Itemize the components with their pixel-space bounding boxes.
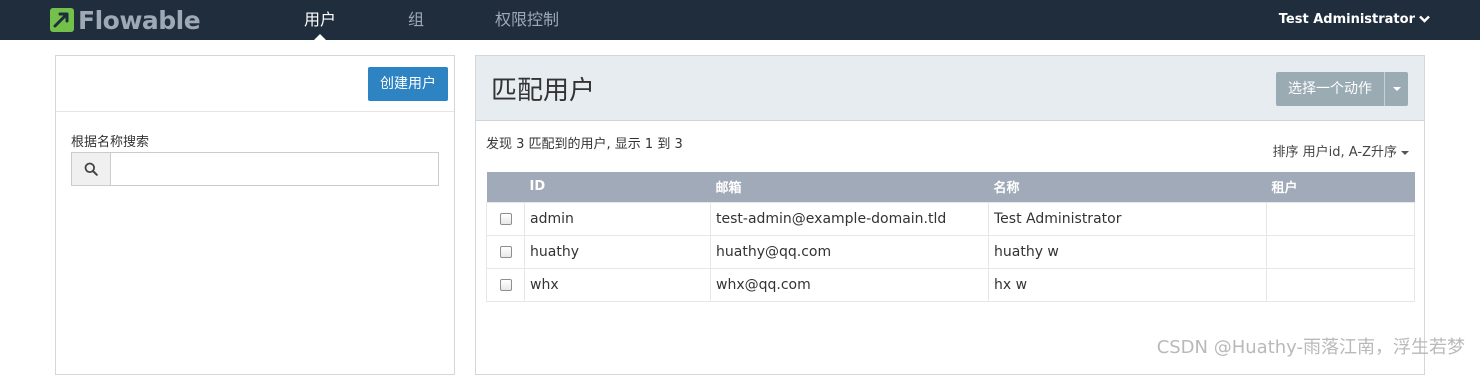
cell-email: test-admin@example-domain.tld [710, 201, 989, 236]
users-table: ID 邮箱 名称 租户 admin test-admin@example-dom… [486, 172, 1415, 302]
filter-panel: 创建用户 根据名称搜索 [55, 55, 455, 375]
row-select-cell [486, 234, 525, 269]
header-id[interactable]: ID [524, 172, 711, 202]
search-group [71, 152, 439, 186]
header-tenant[interactable]: 租户 [1266, 172, 1415, 202]
tab-groups-label: 组 [408, 10, 425, 29]
active-tab-indicator [313, 34, 327, 41]
cell-email: huathy@qq.com [710, 234, 989, 269]
table-row[interactable]: huathy huathy@qq.com huathy w [486, 234, 1415, 269]
users-panel-header: 匹配用户 选择一个动作 [476, 56, 1424, 121]
cell-tenant [1266, 234, 1415, 269]
tab-users[interactable]: 用户 [304, 0, 337, 41]
cell-email: whx@qq.com [710, 267, 989, 302]
tab-privileges-label: 权限控制 [495, 10, 560, 29]
sort-label: 排序 用户id, A-Z升序 [1272, 145, 1397, 160]
cell-id: huathy [524, 234, 711, 269]
filter-panel-header: 创建用户 [56, 56, 454, 112]
table-row[interactable]: whx whx@qq.com hx w [486, 267, 1415, 302]
user-name: Test Administrator [1278, 12, 1415, 27]
cell-id: whx [524, 267, 711, 302]
tab-privileges[interactable]: 权限控制 [495, 0, 559, 40]
chevron-down-icon [1419, 0, 1430, 40]
caret-down-icon [1401, 150, 1409, 155]
row-checkbox[interactable] [499, 245, 512, 258]
tab-groups[interactable]: 组 [408, 0, 424, 40]
sort-dropdown[interactable]: 排序 用户id, A-Z升序 [1273, 141, 1409, 160]
cell-name: Test Administrator [988, 201, 1267, 236]
create-user-button[interactable]: 创建用户 [368, 67, 448, 101]
result-summary: 发现 3 匹配到的用户, 显示 1 到 3 [486, 137, 683, 152]
search-label: 根据名称搜索 [71, 135, 150, 150]
cell-name: hx w [988, 267, 1267, 302]
logo-text: Flowable [78, 5, 201, 35]
user-menu[interactable]: Test Administrator [1279, 0, 1430, 40]
header-select [486, 172, 525, 202]
watermark: CSDN @Huathy-雨落江南，浮生若梦 [1156, 337, 1465, 358]
action-caret-button[interactable] [1384, 72, 1408, 106]
header-name[interactable]: 名称 [988, 172, 1267, 202]
header-email[interactable]: 邮箱 [710, 172, 989, 202]
cell-tenant [1266, 201, 1415, 236]
logo-icon [50, 8, 74, 32]
action-button[interactable]: 选择一个动作 [1276, 72, 1384, 106]
cell-name: huathy w [988, 234, 1267, 269]
tab-users-label: 用户 [304, 10, 337, 29]
caret-down-icon [1392, 87, 1401, 91]
top-navbar: Flowable 用户 组 权限控制 Test Administrator [0, 0, 1480, 41]
search-input[interactable] [111, 152, 439, 186]
cell-id: admin [524, 201, 711, 236]
row-checkbox[interactable] [499, 278, 512, 291]
action-dropdown[interactable]: 选择一个动作 [1276, 72, 1408, 106]
row-select-cell [486, 267, 525, 302]
table-header-row: ID 邮箱 名称 租户 [486, 172, 1415, 202]
table-row[interactable]: admin test-admin@example-domain.tld Test… [486, 201, 1415, 236]
users-panel: 匹配用户 选择一个动作 发现 3 匹配到的用户, 显示 1 到 3 排序 用户i… [475, 55, 1425, 375]
flowable-logo[interactable]: Flowable [50, 5, 201, 35]
row-checkbox[interactable] [499, 212, 512, 225]
cell-tenant [1266, 267, 1415, 302]
search-icon [71, 152, 111, 186]
row-select-cell [486, 201, 525, 236]
page-title: 匹配用户 [491, 76, 596, 106]
